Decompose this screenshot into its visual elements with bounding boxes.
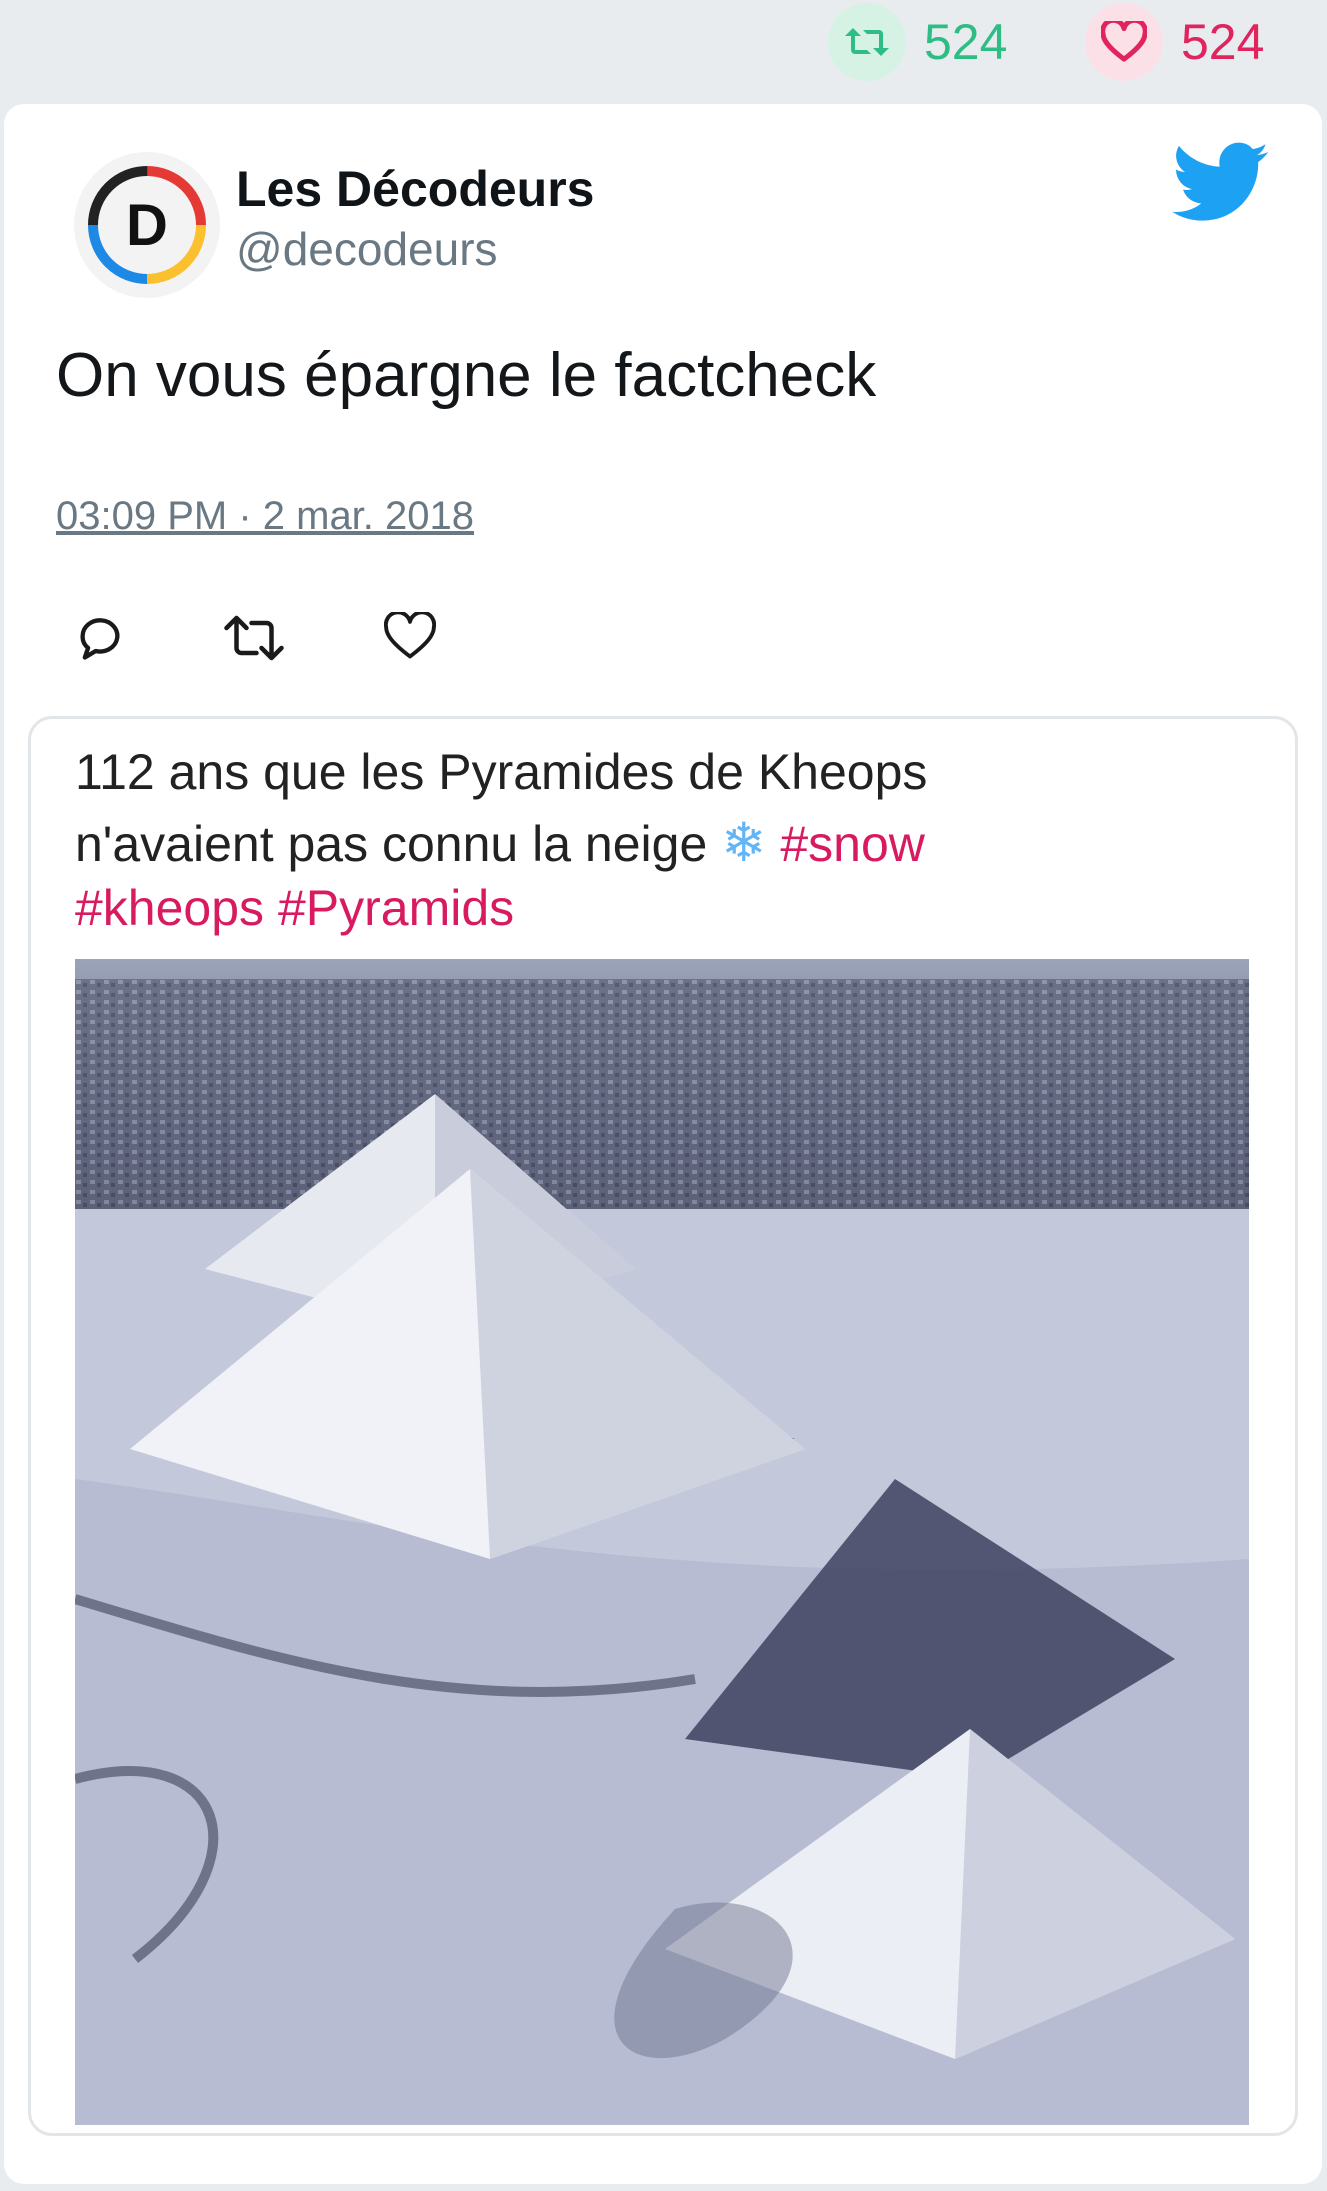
retweet-action-icon[interactable] (224, 612, 284, 668)
embed-caption-line-2: n'avaient pas connu la neige ❄ #snow (75, 811, 925, 874)
like-action-icon[interactable] (383, 610, 440, 668)
tweet-stats-bar: 524 524 (0, 0, 1327, 88)
decodeurs-logo: D (88, 166, 206, 284)
retweet-icon (828, 3, 906, 81)
tweet-text: On vous épargne le factcheck (56, 341, 877, 410)
hashtag-kheops: #kheops (75, 880, 265, 936)
embedded-media[interactable]: 112 ans que les Pyramides de Kheops n'av… (28, 716, 1298, 2136)
tweet-card: D Les Décodeurs @decodeurs On vous éparg… (4, 104, 1322, 2184)
twitter-bird-icon[interactable] (1172, 142, 1270, 224)
embed-caption-line-3: #kheops #Pyramids (75, 879, 514, 937)
retweet-count: 524 (924, 14, 1008, 70)
embed-caption-text: n'avaient pas connu la neige (75, 816, 708, 872)
like-count-stat[interactable]: 524 (1085, 3, 1265, 81)
retweet-count-stat[interactable]: 524 (828, 3, 1008, 81)
hashtag-pyramids: #Pyramids (277, 880, 515, 936)
heart-icon (1085, 3, 1163, 81)
embed-caption-line-1: 112 ans que les Pyramides de Kheops (75, 744, 928, 800)
snowflake-icon: ❄ (721, 813, 767, 873)
reply-icon[interactable] (74, 612, 130, 668)
tweet-timestamp[interactable]: 03:09 PM · 2 mar. 2018 (56, 494, 474, 539)
author-name[interactable]: Les Décodeurs (236, 160, 594, 218)
snowy-pyramids-photo (75, 959, 1249, 2125)
svg-text:D: D (126, 193, 168, 258)
like-count: 524 (1181, 14, 1265, 70)
avatar[interactable]: D (74, 152, 220, 298)
hashtag-snow: #snow (780, 816, 925, 872)
author-handle[interactable]: @decodeurs (236, 222, 498, 276)
